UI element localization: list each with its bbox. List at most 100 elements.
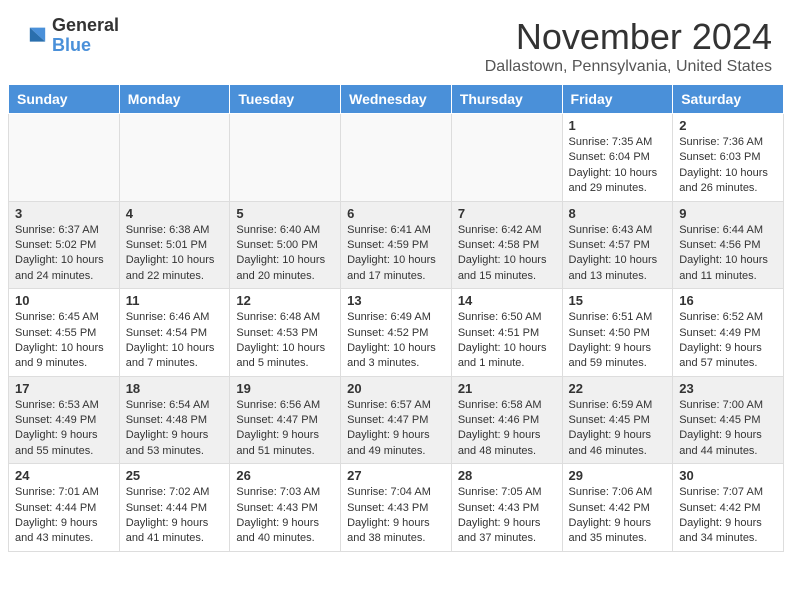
day-number: 23 [679,381,777,396]
calendar-day: 21Sunrise: 6:58 AMSunset: 4:46 PMDayligh… [451,376,562,464]
logo-blue: Blue [52,36,119,56]
calendar-day: 5 Sunrise: 6:40 AMSunset: 5:00 PMDaylight… [230,201,341,289]
day-info: Sunrise: 7:06 AMSunset: 4:42 PMDaylight:… [569,485,667,547]
calendar-day: 27 Sunrise: 7:04 AMSunset: 4:43 PMDayligh… [341,464,452,552]
day-number: 6 [347,206,445,221]
calendar-day: 6 Sunrise: 6:41 AMSunset: 4:59 PMDaylight… [341,201,452,289]
day-info: Sunrise: 6:37 AMSunset: 5:02 PMDaylight:… [15,223,113,285]
calendar-day: 7 Sunrise: 6:42 AMSunset: 4:58 PMDaylight… [451,201,562,289]
day-number: 19 [236,381,334,396]
day-number: 28 [458,468,556,483]
calendar-day: 8 Sunrise: 6:43 AMSunset: 4:57 PMDaylight… [562,201,673,289]
day-info: Sunrise: 7:03 AMSunset: 4:43 PMDaylight:… [236,485,334,547]
calendar-day: 12 Sunrise: 6:48 AMSunset: 4:53 PMDayligh… [230,289,341,377]
day-info: Sunrise: 7:00 AMSunset: 4:45 PMDaylight:… [679,398,777,460]
calendar-day: 17 Sunrise: 6:53 AMSunset: 4:49 PMDayligh… [9,376,120,464]
day-number: 29 [569,468,667,483]
calendar-table: SundayMondayTuesdayWednesdayThursdayFrid… [8,84,784,552]
calendar-day [451,114,562,202]
day-info: Sunrise: 7:04 AMSunset: 4:43 PMDaylight:… [347,485,445,547]
day-number: 9 [679,206,777,221]
day-info: Sunrise: 7:02 AMSunset: 4:44 PMDaylight:… [126,485,224,547]
day-info: Sunrise: 6:41 AMSunset: 4:59 PMDaylight:… [347,223,445,285]
title-block: November 2024 Dallastown, Pennsylvania, … [485,16,772,76]
calendar-day: 29 Sunrise: 7:06 AMSunset: 4:42 PMDayligh… [562,464,673,552]
day-info: Sunrise: 7:05 AMSunset: 4:43 PMDaylight:… [458,485,556,547]
calendar-header-friday: Friday [562,85,673,114]
calendar-day: 20 Sunrise: 6:57 AMSunset: 4:47 PMDayligh… [341,376,452,464]
day-info: Sunrise: 6:51 AMSunset: 4:50 PMDaylight:… [569,310,667,372]
logo-icon [20,22,48,50]
day-info: Sunrise: 6:57 AMSunset: 4:47 PMDaylight:… [347,398,445,460]
day-info: Sunrise: 7:01 AMSunset: 4:44 PMDaylight:… [15,485,113,547]
page-header: General Blue November 2024 Dallastown, P… [0,0,792,84]
calendar-day: 4 Sunrise: 6:38 AMSunset: 5:01 PMDaylight… [119,201,230,289]
calendar-week-5: 24 Sunrise: 7:01 AMSunset: 4:44 PMDayligh… [9,464,784,552]
day-number: 1 [569,118,667,133]
calendar-day [230,114,341,202]
location: Dallastown, Pennsylvania, United States [485,58,772,76]
calendar-day: 23 Sunrise: 7:00 AMSunset: 4:45 PMDayligh… [673,376,784,464]
calendar-day: 1Sunrise: 7:35 AMSunset: 6:04 PMDaylight… [562,114,673,202]
day-info: Sunrise: 6:56 AMSunset: 4:47 PMDaylight:… [236,398,334,460]
calendar-day: 25 Sunrise: 7:02 AMSunset: 4:44 PMDayligh… [119,464,230,552]
day-info: Sunrise: 6:52 AMSunset: 4:49 PMDaylight:… [679,310,777,372]
calendar-day: 13 Sunrise: 6:49 AMSunset: 4:52 PMDayligh… [341,289,452,377]
day-number: 22 [569,381,667,396]
logo-general: General [52,16,119,36]
calendar-header-sunday: Sunday [9,85,120,114]
day-number: 3 [15,206,113,221]
calendar-day: 9 Sunrise: 6:44 AMSunset: 4:56 PMDaylight… [673,201,784,289]
day-info: Sunrise: 6:50 AMSunset: 4:51 PMDaylight:… [458,310,556,372]
day-number: 4 [126,206,224,221]
day-number: 15 [569,293,667,308]
day-info: Sunrise: 6:42 AMSunset: 4:58 PMDaylight:… [458,223,556,285]
day-number: 13 [347,293,445,308]
calendar-day: 30Sunrise: 7:07 AMSunset: 4:42 PMDayligh… [673,464,784,552]
day-info: Sunrise: 6:49 AMSunset: 4:52 PMDaylight:… [347,310,445,372]
calendar-day: 14 Sunrise: 6:50 AMSunset: 4:51 PMDayligh… [451,289,562,377]
day-number: 12 [236,293,334,308]
day-number: 2 [679,118,777,133]
calendar-header-wednesday: Wednesday [341,85,452,114]
calendar-day: 16 Sunrise: 6:52 AMSunset: 4:49 PMDayligh… [673,289,784,377]
day-number: 25 [126,468,224,483]
day-number: 27 [347,468,445,483]
day-info: Sunrise: 6:40 AMSunset: 5:00 PMDaylight:… [236,223,334,285]
day-info: Sunrise: 6:44 AMSunset: 4:56 PMDaylight:… [679,223,777,285]
day-number: 20 [347,381,445,396]
day-number: 5 [236,206,334,221]
day-info: Sunrise: 6:38 AMSunset: 5:01 PMDaylight:… [126,223,224,285]
day-info: Sunrise: 7:36 AMSunset: 6:03 PMDaylight:… [679,135,777,197]
day-info: Sunrise: 6:53 AMSunset: 4:49 PMDaylight:… [15,398,113,460]
day-number: 11 [126,293,224,308]
logo-text: General Blue [52,16,119,56]
month-title: November 2024 [485,16,772,58]
day-number: 17 [15,381,113,396]
day-number: 7 [458,206,556,221]
day-number: 14 [458,293,556,308]
calendar-day: 11 Sunrise: 6:46 AMSunset: 4:54 PMDayligh… [119,289,230,377]
calendar-header-monday: Monday [119,85,230,114]
calendar-day: 19 Sunrise: 6:56 AMSunset: 4:47 PMDayligh… [230,376,341,464]
day-number: 26 [236,468,334,483]
day-info: Sunrise: 6:48 AMSunset: 4:53 PMDaylight:… [236,310,334,372]
day-number: 24 [15,468,113,483]
day-number: 16 [679,293,777,308]
calendar-day: 24 Sunrise: 7:01 AMSunset: 4:44 PMDayligh… [9,464,120,552]
day-info: Sunrise: 6:46 AMSunset: 4:54 PMDaylight:… [126,310,224,372]
calendar-day: 15 Sunrise: 6:51 AMSunset: 4:50 PMDayligh… [562,289,673,377]
calendar-header-tuesday: Tuesday [230,85,341,114]
day-number: 8 [569,206,667,221]
day-info: Sunrise: 6:59 AMSunset: 4:45 PMDaylight:… [569,398,667,460]
day-info: Sunrise: 6:43 AMSunset: 4:57 PMDaylight:… [569,223,667,285]
calendar-header-thursday: Thursday [451,85,562,114]
calendar-day [9,114,120,202]
day-info: Sunrise: 7:07 AMSunset: 4:42 PMDaylight:… [679,485,777,547]
logo[interactable]: General Blue [20,16,119,56]
calendar-day: 2 Sunrise: 7:36 AMSunset: 6:03 PMDaylight… [673,114,784,202]
calendar-header-row: SundayMondayTuesdayWednesdayThursdayFrid… [9,85,784,114]
day-number: 10 [15,293,113,308]
calendar-day: 26 Sunrise: 7:03 AMSunset: 4:43 PMDayligh… [230,464,341,552]
calendar-day: 3 Sunrise: 6:37 AMSunset: 5:02 PMDaylight… [9,201,120,289]
